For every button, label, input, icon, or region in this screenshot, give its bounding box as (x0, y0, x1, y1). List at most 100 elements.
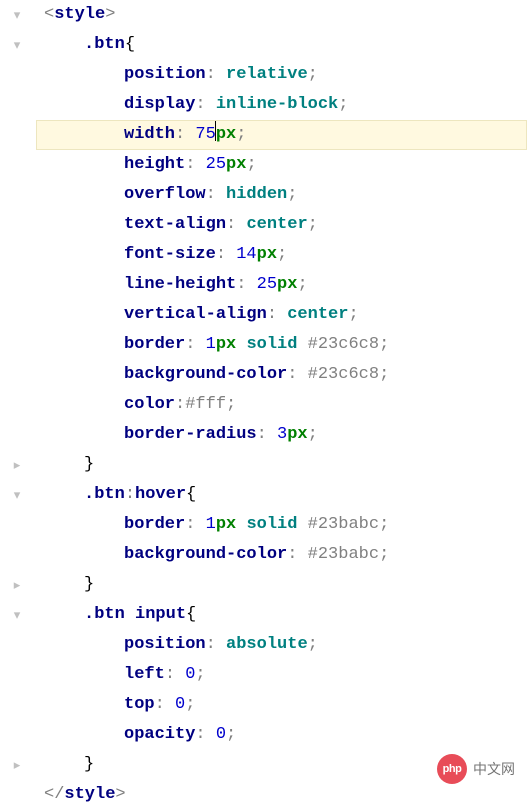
code-line[interactable]: .btn input{ (36, 600, 527, 630)
token-colon: : (185, 335, 205, 354)
token-br: { (186, 485, 196, 504)
token-prop: opacity (124, 725, 195, 744)
code-line[interactable]: border-radius: 3px; (36, 420, 527, 450)
fold-open-icon[interactable]: ▾ (10, 489, 24, 503)
token-hex: #fff (185, 395, 226, 414)
code-line[interactable]: .btn:hover{ (36, 480, 527, 510)
code-line[interactable]: border: 1px solid #23babc; (36, 510, 527, 540)
token-prop: position (124, 635, 206, 654)
token-num: 3 (277, 425, 287, 444)
code-body[interactable]: <style>.btn{position: relative;display: … (36, 0, 527, 810)
token-colon: : (236, 275, 256, 294)
token-colon: : (206, 635, 226, 654)
code-line[interactable]: overflow: hidden; (36, 180, 527, 210)
token-semi: ; (308, 425, 318, 444)
token-colon: : (257, 425, 277, 444)
token-unit: px (257, 245, 277, 264)
fold-closed-icon[interactable]: ▸ (10, 579, 24, 593)
token-semi: ; (308, 215, 318, 234)
code-line[interactable]: border: 1px solid #23c6c8; (36, 330, 527, 360)
token-hex: #23c6c8 (308, 335, 379, 354)
token-prop: line-height (124, 275, 236, 294)
code-line[interactable]: } (36, 570, 527, 600)
token-unit: px (277, 275, 297, 294)
code-line[interactable]: left: 0; (36, 660, 527, 690)
token-num: 1 (206, 335, 216, 354)
token-semi: ; (379, 515, 389, 534)
token-num: 25 (257, 275, 277, 294)
code-line[interactable]: background-color: #23babc; (36, 540, 527, 570)
code-line[interactable]: </style> (36, 780, 527, 810)
token-colon: : (185, 155, 205, 174)
token-unit: px (287, 425, 307, 444)
token-colon: : (216, 245, 236, 264)
code-line[interactable]: opacity: 0; (36, 720, 527, 750)
token-unit: px (216, 515, 236, 534)
fold-open-icon[interactable]: ▾ (10, 39, 24, 53)
code-line[interactable]: position: relative; (36, 60, 527, 90)
token-sel: .btn (84, 485, 125, 504)
watermark-text: 中文网 (473, 754, 515, 784)
token-semi: ; (348, 305, 358, 324)
code-line[interactable]: color:#fff; (36, 390, 527, 420)
code-line[interactable]: .btn{ (36, 30, 527, 60)
token-semi: ; (195, 665, 205, 684)
code-line[interactable]: display: inline-block; (36, 90, 527, 120)
php-logo-icon: php (437, 754, 467, 784)
token-prop: position (124, 65, 206, 84)
token-sel: input (135, 605, 186, 624)
token-colon: : (206, 185, 226, 204)
code-editor[interactable]: ▾▾▸▾▸▾▸ <style>.btn{position: relative;d… (0, 0, 527, 810)
token-unit: px (216, 335, 236, 354)
token-prop: font-size (124, 245, 216, 264)
token-colon: : (287, 365, 307, 384)
token-prop: text-align (124, 215, 226, 234)
token-semi: ; (308, 65, 318, 84)
token-num: 75 (195, 125, 215, 144)
token-prop: border-radius (124, 425, 257, 444)
token-br: { (186, 605, 196, 624)
fold-open-icon[interactable]: ▾ (10, 609, 24, 623)
token-colon: : (226, 215, 246, 234)
code-line[interactable]: position: absolute; (36, 630, 527, 660)
token-sel: .btn (84, 35, 125, 54)
code-line[interactable]: font-size: 14px; (36, 240, 527, 270)
token-semi: ; (236, 125, 246, 144)
fold-closed-icon[interactable]: ▸ (10, 459, 24, 473)
token-prop: background-color (124, 545, 287, 564)
token-br: } (84, 575, 94, 594)
code-line[interactable]: height: 25px; (36, 150, 527, 180)
token-val: relative (226, 65, 308, 84)
code-line[interactable]: background-color: #23c6c8; (36, 360, 527, 390)
token-num: 0 (216, 725, 226, 744)
token-val: absolute (226, 635, 308, 654)
token-num: 0 (185, 665, 195, 684)
token-semi: ; (379, 335, 389, 354)
token-prop: left (124, 665, 165, 684)
fold-closed-icon[interactable]: ▸ (10, 759, 24, 773)
token-semi: ; (287, 185, 297, 204)
token-semi: ; (379, 365, 389, 384)
fold-gutter[interactable]: ▾ ▾ ▸ ▾ ▸ ▾ ▸ (0, 0, 28, 810)
token-angle: > (105, 5, 115, 24)
token-colon: : (206, 65, 226, 84)
token-prop: height (124, 155, 185, 174)
code-line[interactable]: } (36, 450, 527, 480)
token-br: } (84, 755, 94, 774)
token-val: inline-block (216, 95, 338, 114)
code-line[interactable]: top: 0; (36, 690, 527, 720)
token-colon: : (125, 485, 135, 504)
token-num: 14 (236, 245, 256, 264)
code-line[interactable]: width: 75px; (36, 120, 527, 150)
fold-open-icon[interactable]: ▾ (10, 9, 24, 23)
token-semi: ; (246, 155, 256, 174)
token-colon: : (287, 545, 307, 564)
code-line[interactable]: <style> (36, 0, 527, 30)
code-line[interactable]: line-height: 25px; (36, 270, 527, 300)
token-angle: </ (44, 785, 64, 804)
token-val: solid (246, 335, 297, 354)
code-line[interactable]: text-align: center; (36, 210, 527, 240)
token-colon: : (175, 395, 185, 414)
code-line[interactable]: vertical-align: center; (36, 300, 527, 330)
token-num: 0 (175, 695, 185, 714)
